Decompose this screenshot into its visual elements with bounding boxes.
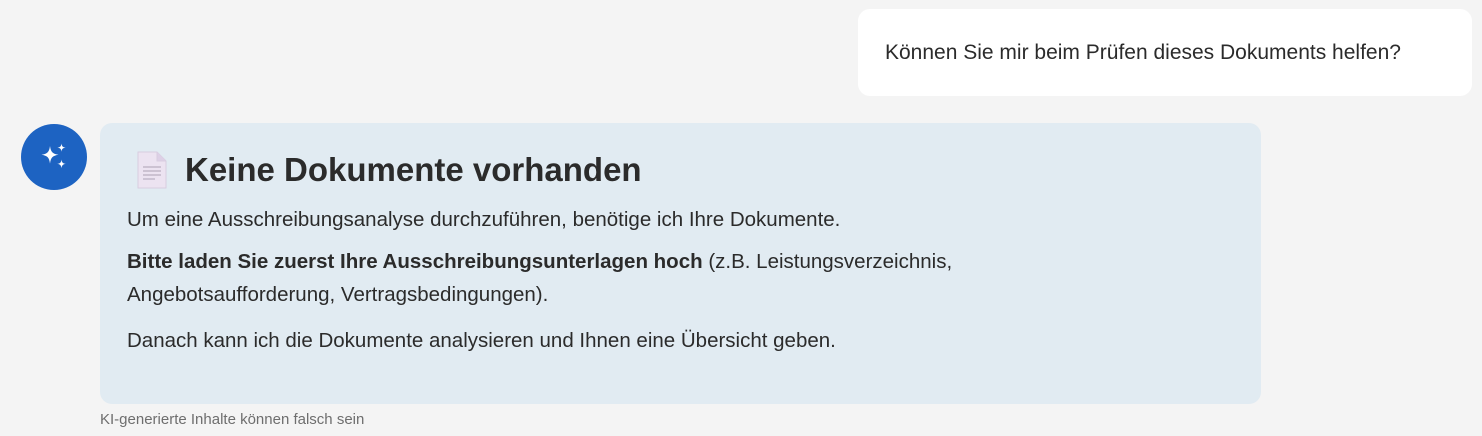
ai-disclaimer: KI-generierte Inhalte können falsch sein	[100, 411, 365, 428]
message-paragraph-2: Bitte laden Sie zuerst Ihre Ausschreibun…	[127, 245, 1234, 311]
document-examples-text-continued: Angebotsaufforderung, Vertragsbedingunge…	[127, 283, 549, 306]
message-paragraph-1: Um eine Ausschreibungsanalyse durchzufüh…	[127, 208, 841, 231]
user-message-text: Können Sie mir beim Prüfen dieses Dokume…	[885, 40, 1401, 64]
document-icon	[137, 151, 167, 189]
sparkles-icon	[41, 143, 66, 169]
message-heading: Keine Dokumente vorhanden	[185, 151, 642, 188]
heading-row: Keine Dokumente vorhanden	[134, 147, 1234, 193]
document-examples-text: (z.B. Leistungsverzeichnis,	[702, 250, 953, 273]
message-paragraph-3: Danach kann ich die Dokumente analysiere…	[127, 329, 836, 352]
upload-instruction-bold: Bitte laden Sie zuerst Ihre Ausschreibun…	[127, 250, 703, 273]
assistant-avatar	[21, 124, 87, 190]
user-message-bubble: Können Sie mir beim Prüfen dieses Dokume…	[858, 9, 1472, 96]
assistant-message-bubble: Keine Dokumente vorhanden Um eine Aussch…	[100, 123, 1261, 404]
